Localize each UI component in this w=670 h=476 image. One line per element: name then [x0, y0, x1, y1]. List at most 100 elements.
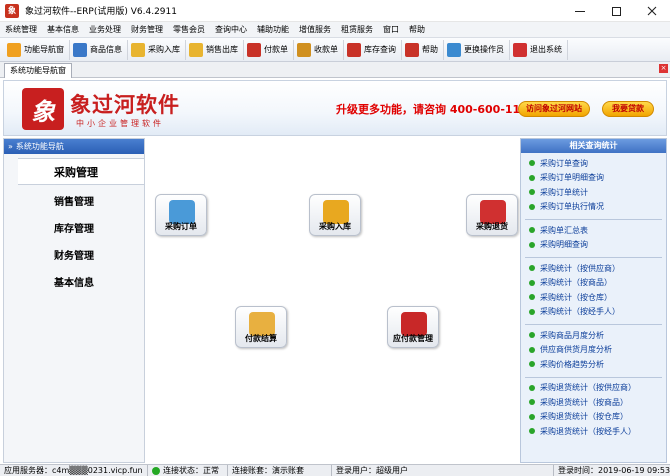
nav-item-basic-info[interactable]: 基本信息: [4, 268, 144, 295]
left-nav-title: 系统功能导航: [15, 142, 64, 151]
toolbar-button-label: 退出系统: [530, 45, 562, 54]
query-link[interactable]: 采购退货统计（按供应商）: [525, 381, 662, 396]
query-link[interactable]: 采购统计（按仓库）: [525, 290, 662, 305]
status-user: 登录用户： 超级用户: [332, 464, 554, 476]
query-link[interactable]: 采购订单执行情况: [525, 200, 662, 215]
status-server: 应用服务器： c4m▒▒▒0231.vicp.fun:48873: [0, 464, 148, 476]
company-name: 象过河软件: [70, 93, 180, 117]
query-link[interactable]: 采购价格趋势分析: [525, 357, 662, 372]
query-link[interactable]: 采购退货统计（按经手人）: [525, 424, 662, 439]
bullet-icon: [529, 241, 535, 248]
document-tab-strip: 系统功能导航窗 ×: [0, 62, 670, 78]
query-link[interactable]: 供应商供货月度分析: [525, 343, 662, 358]
bullet-icon: [529, 203, 535, 210]
menu-retail-member[interactable]: 零售会员: [168, 22, 210, 38]
double-arrow-icon: »: [8, 142, 13, 151]
function-label: 采购退货: [476, 222, 508, 231]
app-logo-icon: 象: [5, 3, 19, 18]
bullet-icon: [529, 174, 535, 181]
brand-banner: 象 象过河软件 中小企业管理软件 升级更多功能，请咨询 400-600-1168…: [3, 80, 667, 136]
purchase-warehouse-button[interactable]: 采购入库: [306, 194, 364, 236]
query-group: 采购订单查询采购订单明细查询 采购订单统计采购订单执行情况: [525, 153, 662, 220]
upgrade-promo: 升级更多功能，请咨询 400-600-1168: [336, 103, 536, 116]
status-connection: 连接状态： 正常: [148, 464, 228, 476]
bullet-icon: [529, 384, 535, 391]
minimize-button[interactable]: [562, 0, 598, 22]
purchase-order-button[interactable]: 采购订单: [152, 194, 210, 236]
toolbar-button-purchase-in[interactable]: 采购入库: [128, 39, 186, 60]
function-area: 采购订单 采购入库 采购退货 付款结算 应付款管理: [146, 138, 518, 463]
nav-item-inventory[interactable]: 库存管理: [4, 214, 144, 241]
toolbar-button-label: 商品信息: [90, 45, 122, 54]
toolbar-button-sales-out[interactable]: 销售出库: [186, 39, 244, 60]
bullet-icon: [529, 227, 535, 234]
query-link[interactable]: 采购单汇总表: [525, 223, 662, 238]
query-link[interactable]: 采购统计（按供应商）: [525, 261, 662, 276]
menu-finance[interactable]: 财务管理: [126, 22, 168, 38]
payables-button[interactable]: 应付款管理: [384, 306, 442, 348]
query-link[interactable]: 采购明细查询: [525, 238, 662, 253]
nav-item-label: 库存管理: [54, 224, 94, 235]
query-link-label: 采购订单统计: [540, 187, 588, 197]
toolbar-button-home[interactable]: 功能导航窗: [4, 39, 70, 60]
purchase-return-button[interactable]: 采购退货: [463, 194, 521, 236]
user-value: 超级用户: [376, 466, 408, 475]
toolbar-button-help[interactable]: 帮助: [402, 39, 444, 60]
bullet-icon: [529, 332, 535, 339]
toolbar-button-exit[interactable]: 退出系统: [510, 39, 568, 60]
close-button[interactable]: [634, 0, 670, 22]
nav-item-purchase[interactable]: 采购管理: [18, 158, 144, 185]
tab-close-icon[interactable]: ×: [659, 64, 668, 73]
function-label: 应付款管理: [393, 334, 433, 343]
nav-item-label: 基本信息: [54, 278, 94, 289]
menu-lease[interactable]: 租赁服务: [336, 22, 378, 38]
apply-loan-button[interactable]: 我要贷款: [602, 101, 654, 117]
purchase-return-tile: 采购退货: [466, 194, 518, 236]
menu-query-center[interactable]: 查询中心: [210, 22, 252, 38]
nav-item-sales[interactable]: 销售管理: [4, 187, 144, 214]
toolbar-button-switch-user[interactable]: 更换操作员: [444, 39, 510, 60]
toolbar-button-receipt[interactable]: 收款单: [294, 39, 344, 60]
query-link-label: 采购订单查询: [540, 158, 588, 168]
toolbar-button-label: 采购入库: [148, 45, 180, 54]
function-label: 付款结算: [245, 334, 277, 343]
query-link[interactable]: 采购商品月度分析: [525, 328, 662, 343]
query-link[interactable]: 采购订单查询: [525, 156, 662, 171]
menu-window[interactable]: 窗口: [378, 22, 404, 38]
menu-business[interactable]: 业务处理: [84, 22, 126, 38]
query-link-label: 采购订单执行情况: [540, 202, 604, 212]
bullet-icon: [529, 279, 535, 286]
query-link-label: 采购退货统计（按仓库）: [540, 412, 628, 422]
help-icon: [405, 42, 419, 57]
company-slogan: 中小企业管理软件: [76, 119, 164, 128]
query-link[interactable]: 采购退货统计（按仓库）: [525, 410, 662, 425]
visit-website-button[interactable]: 访问象过河网站: [518, 101, 590, 117]
query-link[interactable]: 采购退货统计（按商品）: [525, 395, 662, 410]
query-link-label: 采购订单明细查询: [540, 173, 604, 183]
toolbar-button-product[interactable]: 商品信息: [70, 39, 128, 60]
menu-system[interactable]: 系统管理: [0, 22, 42, 38]
maximize-button[interactable]: [598, 0, 634, 22]
payment-icon: [247, 42, 261, 57]
query-link[interactable]: 采购统计（按经手人）: [525, 305, 662, 320]
toolbar-button-payment[interactable]: 付款单: [244, 39, 294, 60]
toolbar-button-inventory[interactable]: 库存查询: [344, 39, 402, 60]
tab-function-navigator[interactable]: 系统功能导航窗: [4, 63, 72, 78]
query-link-label: 采购退货统计（按商品）: [540, 397, 628, 407]
status-login-time: 登录时间： 2019-06-19 09:53: [554, 465, 670, 476]
query-link[interactable]: 采购统计（按商品）: [525, 276, 662, 291]
tab-label: 系统功能导航窗: [10, 66, 66, 75]
purchase-warehouse-tile: 采购入库: [309, 194, 361, 236]
menu-help[interactable]: 帮助: [404, 22, 430, 38]
menu-auxiliary[interactable]: 辅助功能: [252, 22, 294, 38]
query-link[interactable]: 采购订单统计: [525, 185, 662, 200]
payment-settle-button[interactable]: 付款结算: [232, 306, 290, 348]
toolbar-button-label: 功能导航窗: [24, 45, 64, 54]
nav-item-finance[interactable]: 财务管理: [4, 241, 144, 268]
menu-basic-info[interactable]: 基本信息: [42, 22, 84, 38]
server-label: 应用服务器：: [4, 466, 52, 475]
query-link[interactable]: 采购订单明细查询: [525, 171, 662, 186]
menu-bar: 系统管理 基本信息 业务处理 财务管理 零售会员 查询中心 辅助功能 增值服务 …: [0, 22, 670, 38]
home-icon: [7, 42, 21, 57]
menu-value-added[interactable]: 增值服务: [294, 22, 336, 38]
